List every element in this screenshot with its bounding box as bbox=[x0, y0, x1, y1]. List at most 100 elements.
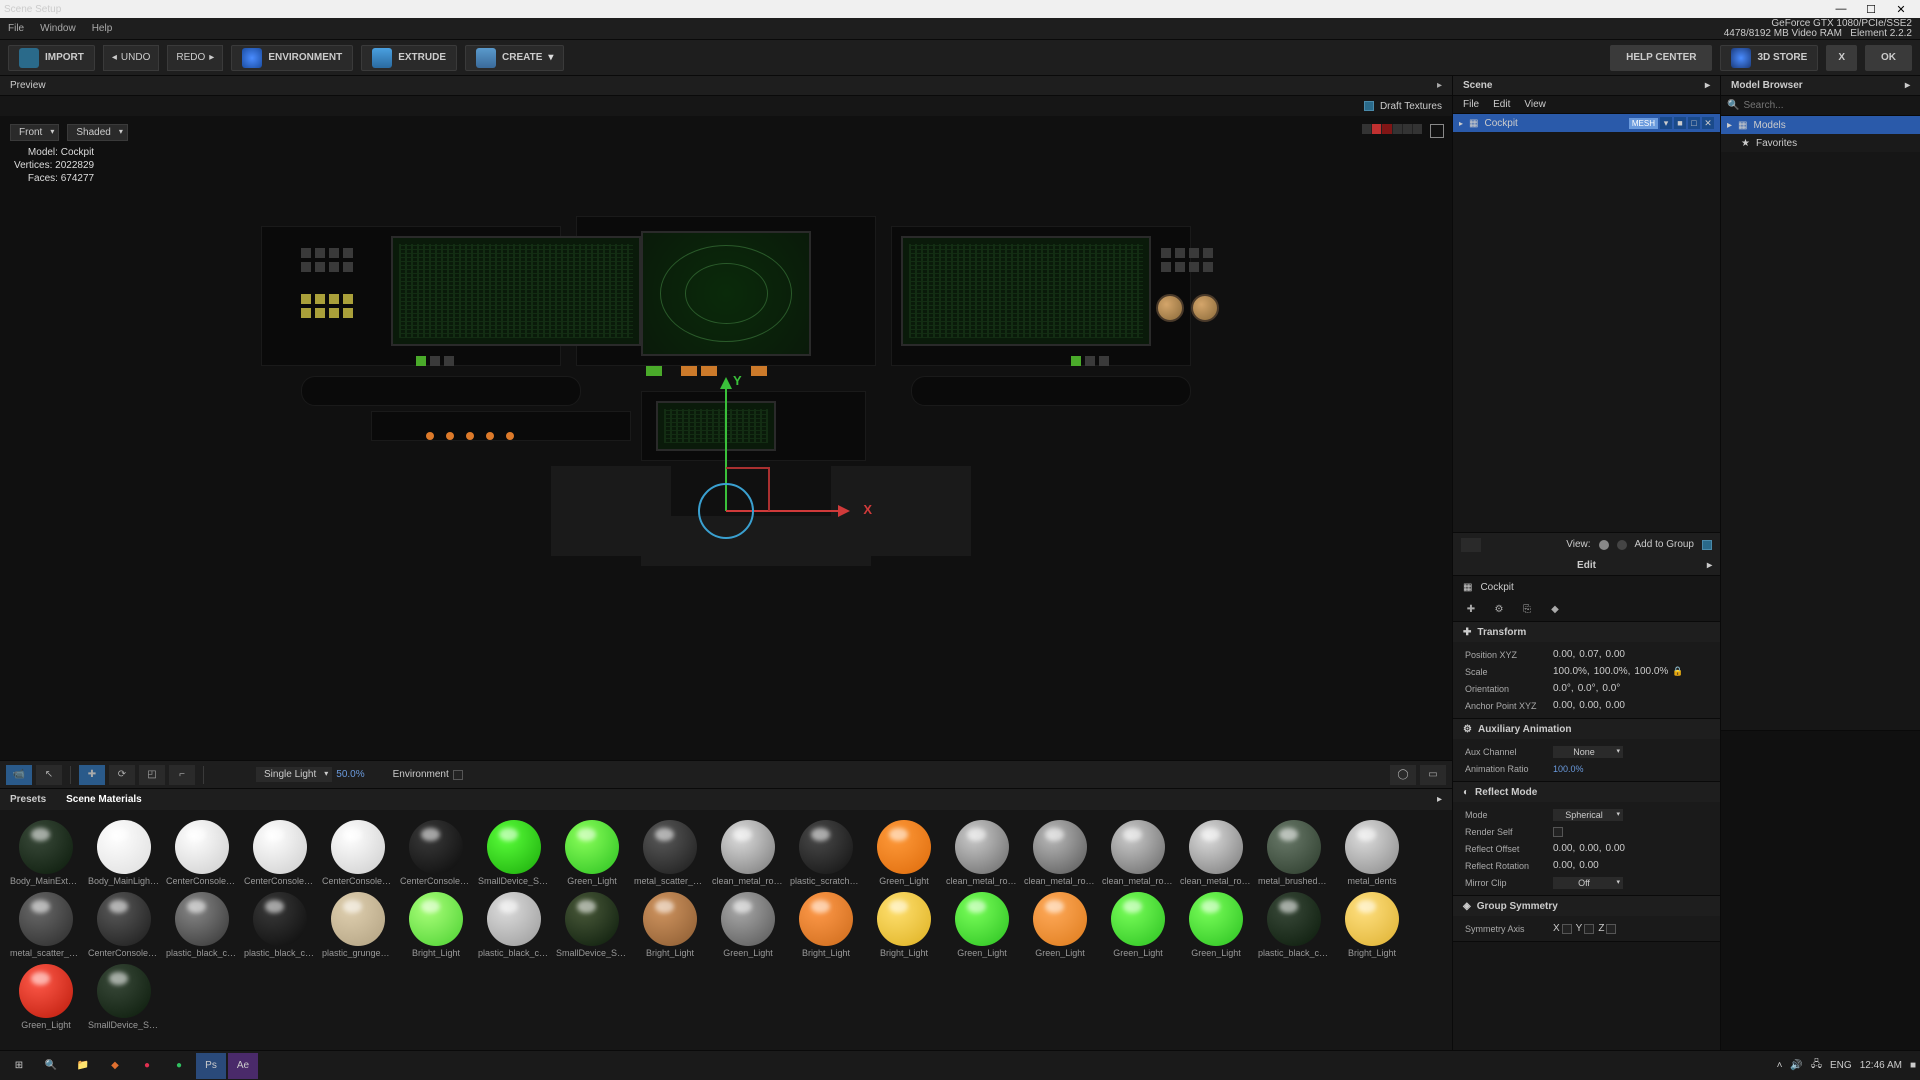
duplicate-icon[interactable]: ⎘ bbox=[1519, 602, 1535, 618]
add-to-group[interactable]: Add to Group bbox=[1635, 539, 1694, 550]
start-button[interactable]: ⊞ bbox=[4, 1053, 34, 1079]
material-item[interactable]: Green_Light bbox=[868, 820, 940, 886]
edit-tab[interactable]: Edit▸ bbox=[1453, 556, 1720, 576]
tray-chevron-icon[interactable]: ˄ bbox=[1777, 1060, 1783, 1071]
material-item[interactable]: CenterConsole_Da bbox=[244, 820, 316, 886]
lock-icon[interactable]: 🔒 bbox=[1672, 666, 1683, 677]
menu-file[interactable]: File bbox=[8, 23, 24, 34]
material-item[interactable]: Green_Light bbox=[1180, 892, 1252, 958]
material-item[interactable]: Bright_Light bbox=[1336, 892, 1408, 958]
material-item[interactable]: SmallDevice_Scree bbox=[88, 964, 160, 1030]
symmetry-header[interactable]: ◈Group Symmetry bbox=[1453, 896, 1720, 916]
browser-collapse[interactable]: ▸ bbox=[1905, 80, 1910, 91]
camera-mode-button[interactable]: 📹 bbox=[6, 765, 32, 785]
extrude-button[interactable]: EXTRUDE bbox=[361, 45, 457, 71]
scene-collapse[interactable]: ▸ bbox=[1705, 80, 1710, 91]
material-item[interactable]: plastic_black_clean bbox=[166, 892, 238, 958]
import-button[interactable]: IMPORT bbox=[8, 45, 95, 71]
app-button-4[interactable]: Ps bbox=[196, 1053, 226, 1079]
explorer-button[interactable]: 📁 bbox=[68, 1053, 98, 1079]
scene-materials-tab[interactable]: Scene Materials bbox=[66, 790, 142, 809]
create-button[interactable]: CREATE ▾ bbox=[465, 45, 564, 71]
material-item[interactable]: CenterConsole_BT bbox=[322, 820, 394, 886]
app-button-3[interactable]: ● bbox=[164, 1053, 194, 1079]
scene-file-menu[interactable]: File bbox=[1463, 99, 1479, 110]
material-item[interactable]: metal_dents bbox=[1336, 820, 1408, 886]
search-button[interactable]: 🔍 bbox=[36, 1053, 66, 1079]
material-item[interactable]: clean_metal_rough bbox=[946, 820, 1018, 886]
reflect-offset-value[interactable]: 0.00,0.00,0.00 bbox=[1553, 843, 1629, 854]
app-button-1[interactable]: ◆ bbox=[100, 1053, 130, 1079]
material-item[interactable]: SmallDevice_Scree bbox=[478, 820, 550, 886]
maximize-button[interactable]: ☐ bbox=[1856, 1, 1886, 17]
material-item[interactable]: plastic_black_clean bbox=[1258, 892, 1330, 958]
delete-icon[interactable]: ✕ bbox=[1702, 117, 1714, 129]
view-dot-2[interactable] bbox=[1617, 540, 1627, 550]
material-item[interactable]: metal_scatter_box bbox=[10, 892, 82, 958]
app-button-5[interactable]: Ae bbox=[228, 1053, 258, 1079]
material-item[interactable]: clean_metal_rough bbox=[1180, 820, 1252, 886]
material-item[interactable]: Bright_Light bbox=[634, 892, 706, 958]
x-button[interactable]: X bbox=[1826, 45, 1857, 71]
preview-collapse[interactable]: ▸ bbox=[1437, 80, 1442, 91]
help-center-button[interactable]: HELP CENTER bbox=[1610, 45, 1712, 71]
move-icon[interactable]: ✚ bbox=[1463, 602, 1479, 618]
hierarchy-icon[interactable]: ◆ bbox=[1547, 602, 1563, 618]
material-item[interactable]: clean_metal_rough bbox=[712, 820, 784, 886]
store-button[interactable]: 3D STORE bbox=[1720, 45, 1818, 71]
select-mode-button[interactable]: ↖ bbox=[36, 765, 62, 785]
ok-button[interactable]: OK bbox=[1865, 45, 1912, 71]
anchor-tool-button[interactable]: ⌐ bbox=[169, 765, 195, 785]
orientation-value[interactable]: 0.0°,0.0°,0.0° bbox=[1553, 683, 1624, 694]
anim-ratio-value[interactable]: 100.0% bbox=[1553, 764, 1584, 774]
material-item[interactable]: Bright_Light bbox=[400, 892, 472, 958]
render-self-checkbox[interactable] bbox=[1553, 827, 1563, 837]
material-item[interactable]: Green_Light bbox=[946, 892, 1018, 958]
fullscreen-button[interactable] bbox=[1430, 124, 1444, 138]
search-input[interactable] bbox=[1743, 100, 1914, 111]
material-item[interactable]: Body_MainLightBa bbox=[88, 820, 160, 886]
material-item[interactable]: Green_Light bbox=[556, 820, 628, 886]
tray-network-icon[interactable]: 🖧 bbox=[1811, 1057, 1822, 1074]
undo-button[interactable]: ◂ UNDO bbox=[103, 45, 159, 71]
scene-item-cockpit[interactable]: ▸ ▦ Cockpit MESH ▾ ■ □ ✕ bbox=[1453, 114, 1720, 132]
material-item[interactable]: Bright_Light bbox=[868, 892, 940, 958]
menu-help[interactable]: Help bbox=[92, 23, 113, 34]
scale-tool-button[interactable]: ◰ bbox=[139, 765, 165, 785]
position-value[interactable]: 0.00,0.07,0.00 bbox=[1553, 649, 1629, 660]
material-item[interactable]: Green_Light bbox=[712, 892, 784, 958]
settings-icon[interactable]: ⚙ bbox=[1491, 602, 1507, 618]
material-item[interactable]: CenterConsole_Da bbox=[166, 820, 238, 886]
models-folder[interactable]: ▸▦Models bbox=[1721, 116, 1920, 134]
material-item[interactable]: metal_scatter_box bbox=[634, 820, 706, 886]
app-button-2[interactable]: ● bbox=[132, 1053, 162, 1079]
presets-tab[interactable]: Presets bbox=[10, 790, 46, 809]
solo-icon[interactable]: □ bbox=[1688, 117, 1700, 129]
snapshot-button[interactable]: ▭ bbox=[1420, 765, 1446, 785]
material-item[interactable]: CenterConsoleCov bbox=[88, 892, 160, 958]
material-item[interactable]: Green_Light bbox=[1024, 892, 1096, 958]
transform-header[interactable]: ✚Transform bbox=[1453, 622, 1720, 642]
light-value[interactable]: 50.0% bbox=[336, 769, 364, 780]
material-item[interactable]: plastic_black_clean bbox=[244, 892, 316, 958]
anchor-value[interactable]: 0.00,0.00,0.00 bbox=[1553, 700, 1629, 711]
system-tray[interactable]: ˄ 🔊 🖧 ENG 12:46 AM ■ bbox=[1777, 1057, 1916, 1074]
camera-icon[interactable] bbox=[1461, 538, 1481, 552]
material-item[interactable]: Green_Light bbox=[10, 964, 82, 1030]
material-item[interactable]: Bright_Light bbox=[790, 892, 862, 958]
reflect-header[interactable]: ◐Reflect Mode bbox=[1453, 782, 1720, 802]
environment-button[interactable]: ENVIRONMENT bbox=[231, 45, 353, 71]
menu-window[interactable]: Window bbox=[40, 23, 76, 34]
material-item[interactable]: Green_Light bbox=[1102, 892, 1174, 958]
scene-view-menu[interactable]: View bbox=[1524, 99, 1546, 110]
sym-z-checkbox[interactable] bbox=[1606, 924, 1616, 934]
shade-dropdown[interactable]: Shaded bbox=[67, 124, 127, 141]
tray-volume-icon[interactable]: 🔊 bbox=[1790, 1060, 1802, 1071]
sym-y-checkbox[interactable] bbox=[1584, 924, 1594, 934]
reflect-rotation-value[interactable]: 0.00,0.00 bbox=[1553, 860, 1603, 871]
material-item[interactable]: plastic_scratches_ bbox=[790, 820, 862, 886]
material-item[interactable]: clean_metal_rough bbox=[1024, 820, 1096, 886]
visibility-icon[interactable]: ■ bbox=[1674, 117, 1686, 129]
aux-header[interactable]: ⚙Auxiliary Animation bbox=[1453, 719, 1720, 739]
scene-edit-menu[interactable]: Edit bbox=[1493, 99, 1510, 110]
